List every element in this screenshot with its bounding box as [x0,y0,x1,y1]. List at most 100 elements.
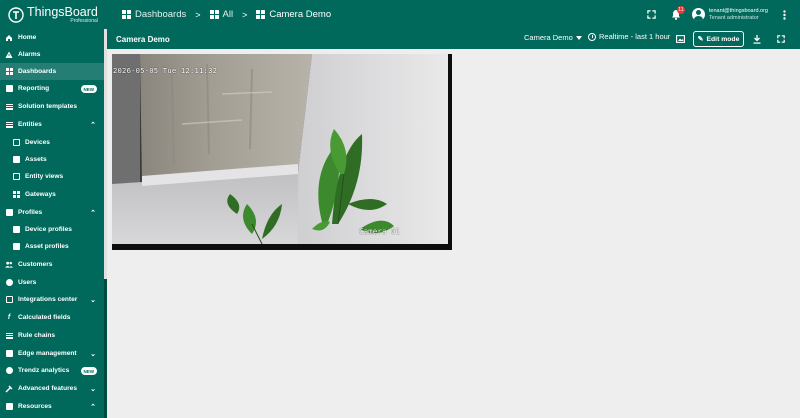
sidebar-item-integrations-center[interactable]: Integrations center ⌄ [0,291,104,308]
sidebar-item-trendz-analytics[interactable]: Trendz analytics NEW [0,362,104,379]
top-bar: ThingsBoard Professional Dashboards > Al… [0,0,800,29]
logo[interactable]: ThingsBoard Professional [8,4,108,26]
gateways-icon [12,191,20,199]
sidebar-item-advanced-features[interactable]: Advanced features ⌄ [0,380,104,397]
camera-timestamp: 2026-05-05 Tue 12:11:32 [113,66,218,75]
sidebar-item-rule-chains[interactable]: Rule chains [0,327,104,344]
sidebar-item-label: Alarms [18,51,41,58]
sidebar-item-label: Users [18,279,37,286]
sidebar-item-solution-templates[interactable]: Solution templates [0,98,104,115]
sidebar-item-asset-profiles[interactable]: Asset profiles [0,238,104,255]
camera-feed-image [112,54,452,250]
fullscreen-button[interactable] [642,5,662,25]
reporting-icon [5,85,13,93]
sidebar-item-resources[interactable]: Resources ⌃ [0,398,104,415]
sidebar-item-device-profiles[interactable]: Device profiles [0,221,104,238]
rule-chains-icon [5,332,13,340]
device-profiles-icon [12,226,20,234]
sidebar-item-label: Calculated fields [18,314,71,321]
assets-icon [12,156,20,164]
more-vert-icon [782,9,786,20]
app-edition: Professional [70,18,98,25]
sidebar-item-reporting[interactable]: Reporting NEW [0,80,104,97]
chevron-down-icon: ⌄ [90,385,96,393]
camera-label: Camera 01 [359,227,401,236]
breadcrumb-item-all[interactable]: All [209,9,234,20]
sidebar-item-label: Dashboards [18,68,57,75]
sidebar-item-label: Home [18,34,37,41]
fullscreen-icon [647,10,657,19]
clock-icon [588,32,596,41]
sidebar: Home Alarms Dashboards Reporting NEW Sol… [0,29,107,418]
trendz-icon [5,367,13,375]
timewindow-button[interactable]: Realtime - last 1 hour [588,32,670,41]
thingsboard-logo-icon [8,7,24,23]
sidebar-item-profiles[interactable]: Profiles ⌃ [0,204,104,221]
sidebar-item-label: Solution templates [18,103,77,110]
sidebar-item-entity-views[interactable]: Entity views [0,168,104,185]
sidebar-item-calculated-fields[interactable]: f Calculated fields [0,309,104,326]
sidebar-item-gateways[interactable]: Gateways [0,186,104,203]
sidebar-item-label: Edge management [18,350,77,357]
breadcrumb: Dashboards > All > Camera Demo [122,0,331,29]
sidebar-item-label: Reporting [18,85,50,92]
avatar [691,8,705,21]
customers-icon [5,261,13,269]
sidebar-item-users[interactable]: Users [0,274,104,291]
sidebar-item-label: Asset profiles [25,243,69,250]
more-menu-button[interactable] [774,5,794,25]
sidebar-item-label: Trendz analytics [18,367,70,374]
download-button[interactable] [749,31,765,47]
sidebar-item-label: Entity views [25,173,64,180]
sidebar-item-label: Profiles [18,209,43,216]
sidebar-item-entities[interactable]: Entities ⌃ [0,116,104,133]
breadcrumb-item-dashboards[interactable]: Dashboards [122,9,186,20]
pencil-icon: ✎ [697,36,704,43]
dashboard-state-label: Camera Demo [524,33,573,42]
entity-views-icon [12,173,20,181]
sidebar-item-dashboards[interactable]: Dashboards [0,63,104,80]
dashboards-icon [256,10,266,19]
dashboard-title: Camera Demo [116,34,170,44]
sidebar-item-label: Gateways [25,191,56,198]
alarm-icon [5,51,13,59]
sidebar-item-label: Device profiles [25,226,72,233]
sidebar-item-alarms[interactable]: Alarms [0,46,104,63]
sidebar-item-edge-management[interactable]: Edge management ⌄ [0,345,104,362]
camera-widget[interactable]: 2026-05-05 Tue 12:11:32 Camera 01 [112,54,452,250]
sidebar-scrollbar-thumb[interactable] [104,29,107,279]
dashboards-icon [209,10,219,19]
timewindow-label: Realtime - last 1 hour [599,32,671,41]
integrations-icon [5,296,13,304]
breadcrumb-label: Dashboards [135,9,187,20]
breadcrumb-label: All [222,9,234,20]
sidebar-item-home[interactable]: Home [0,29,104,46]
calculated-fields-icon: f [7,314,11,321]
sidebar-item-label: Integrations center [18,296,78,303]
sidebar-item-customers[interactable]: Customers [0,256,104,273]
new-badge: NEW [79,366,98,376]
dashboard-fullscreen-button[interactable] [773,31,789,47]
sidebar-item-label: Resources [18,403,52,410]
breadcrumb-separator: > [242,9,248,20]
image-icon [675,35,685,43]
new-badge: NEW [79,84,98,94]
edit-mode-label: Edit mode [706,35,740,43]
user-menu[interactable]: tenant@thingsboard.org Tenant administra… [691,8,768,21]
dashboards-icon [5,68,13,76]
chevron-up-icon: ⌃ [90,209,96,217]
advanced-features-icon [5,384,13,393]
breadcrumb-item-current: Camera Demo [256,9,331,20]
devices-icon [12,139,20,147]
sidebar-item-label: Assets [25,156,47,163]
fullscreen-icon [777,35,785,43]
sidebar-item-assets[interactable]: Assets [0,151,104,168]
entities-icon [5,121,13,129]
sidebar-scrollbar[interactable] [104,29,107,418]
dashboard-state-select[interactable]: Camera Demo [524,33,582,42]
profiles-icon [5,209,13,217]
sidebar-item-devices[interactable]: Devices [0,134,104,151]
notifications-button[interactable]: 11 [666,5,686,25]
edit-mode-button[interactable]: ✎ Edit mode [693,31,744,47]
image-export-button[interactable] [672,31,688,47]
